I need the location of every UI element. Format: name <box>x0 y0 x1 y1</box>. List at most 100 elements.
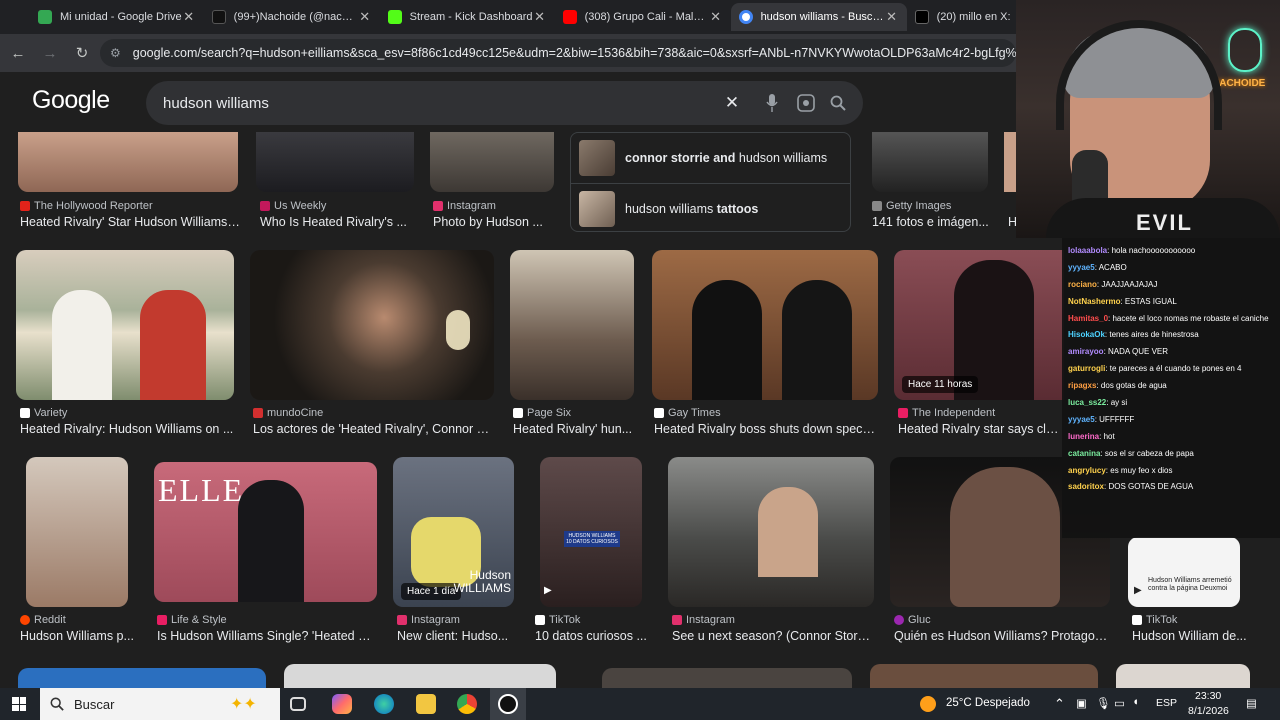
tab-1[interactable]: (99+)Nachoide (@nachoid ✕ <box>204 3 380 31</box>
image-result[interactable] <box>16 250 234 400</box>
microphone-icon[interactable]: 🎙 <box>1096 696 1111 710</box>
result-caption[interactable]: Who Is Heated Rivalry's ... <box>260 215 420 229</box>
source-icon <box>157 615 167 625</box>
chat-message: gaturrogli: te pareces a él cuando te po… <box>1068 364 1242 374</box>
chat-username: lunerina <box>1068 431 1100 441</box>
result-caption[interactable]: Is Hudson Williams Single? 'Heated R... <box>157 629 377 643</box>
result-caption[interactable]: See u next season? (Connor Storri... <box>672 629 874 643</box>
back-icon[interactable]: ← <box>4 39 32 67</box>
image-result[interactable] <box>256 132 414 192</box>
tab-0[interactable]: Mi unidad - Google Drive ✕ <box>30 3 204 31</box>
image-result[interactable] <box>870 664 1098 688</box>
x-icon <box>914 10 929 24</box>
clock-date[interactable]: 8/1/2026 <box>1188 705 1229 717</box>
shirt-print: EVIL <box>1136 210 1193 235</box>
close-icon[interactable]: ✕ <box>533 9 547 25</box>
related-search-bold: connor storrie and <box>625 151 736 165</box>
tab-4[interactable]: hudson williams - Buscar c ✕ <box>730 3 907 31</box>
windows-start-icon[interactable] <box>12 697 26 711</box>
task-view-icon[interactable] <box>290 697 306 711</box>
source-name: Getty Images <box>886 200 952 212</box>
source-name: Page Six <box>527 407 572 419</box>
google-logo[interactable]: Google <box>32 86 110 115</box>
weather-text[interactable]: 25°C Despejado <box>946 697 1030 709</box>
result-caption[interactable]: Hudson William de... <box>1132 629 1248 643</box>
chat-text: hacete el loco nomas me robaste el canic… <box>1112 313 1269 323</box>
result-caption[interactable]: Los actores de 'Heated Rivalry', Connor … <box>253 422 494 436</box>
image-result[interactable] <box>602 668 852 688</box>
result-caption[interactable]: Heated Rivalry: Hudson Williams on ... <box>20 422 234 436</box>
result-caption[interactable]: Heated Rivalry' hun... <box>513 422 637 436</box>
search-box: ✕ <box>146 81 863 125</box>
image-result[interactable] <box>652 250 878 400</box>
result-source: The Independent <box>898 407 995 419</box>
image-result[interactable] <box>430 132 554 192</box>
tray-device-icon[interactable]: ▣ <box>1076 696 1087 710</box>
file-explorer-icon[interactable] <box>416 694 436 714</box>
result-source: Instagram <box>397 614 460 626</box>
image-result[interactable] <box>284 664 556 688</box>
image-result[interactable]: ELLE <box>154 462 377 602</box>
image-result[interactable]: HUDSON WILLIAMS 10 DATOS CURIOSOS ▶ <box>540 457 642 607</box>
search-icon[interactable] <box>828 93 848 113</box>
chat-message: angrylucy: es muy feo x dios <box>1068 465 1173 475</box>
network-icon[interactable]: ▭ <box>1114 696 1125 710</box>
result-source: TikTok <box>535 614 580 626</box>
close-icon[interactable]: ✕ <box>885 9 899 25</box>
result-caption[interactable]: New client: Hudso... <box>397 629 519 643</box>
image-result[interactable] <box>872 132 988 192</box>
microphone-icon[interactable] <box>762 93 782 113</box>
image-result[interactable] <box>250 250 494 400</box>
image-result[interactable] <box>1116 664 1250 688</box>
result-caption[interactable]: Hudson Williams p... <box>20 629 134 643</box>
chat-message: Hamitas_0: hacete el loco nomas me robas… <box>1068 313 1269 323</box>
lens-icon[interactable] <box>796 93 816 113</box>
tab-title: Stream - Kick Dashboard <box>409 11 533 23</box>
image-result[interactable] <box>18 668 266 688</box>
obs-icon[interactable] <box>498 694 518 714</box>
taskbar-search[interactable]: Buscar ✦✦ <box>40 688 280 720</box>
address-bar[interactable]: ⚙ google.com/search?q=hudson+eilliams&sca… <box>100 39 1016 67</box>
edge-icon[interactable] <box>374 694 394 714</box>
image-result[interactable] <box>26 457 128 607</box>
image-result[interactable]: Hudson Williams arremetió contra la pági… <box>1128 537 1240 607</box>
chrome-icon[interactable] <box>457 694 477 714</box>
notification-icon[interactable]: ▤ <box>1246 696 1257 710</box>
chat-message: lolaaabola: hola nachooooooooooo <box>1068 246 1196 255</box>
image-result[interactable] <box>668 457 874 607</box>
search-input[interactable] <box>163 94 703 112</box>
related-search-item[interactable]: hudson williams tattoos <box>571 183 850 233</box>
close-icon[interactable]: ✕ <box>709 9 723 25</box>
forward-icon[interactable]: → <box>36 39 64 67</box>
tab-3[interactable]: (308) Grupo Cali - Maldita ✕ <box>555 3 731 31</box>
result-caption[interactable]: Heated Rivalry' Star Hudson Williams ... <box>20 215 240 229</box>
source-name: Instagram <box>686 614 735 626</box>
language-indicator[interactable]: ESP <box>1156 697 1177 709</box>
close-icon[interactable]: ✕ <box>182 9 196 25</box>
related-search-text: hudson williams <box>625 201 714 216</box>
result-caption[interactable]: Heated Rivalry boss shuts down specu... <box>654 422 878 436</box>
search-icon <box>50 697 64 711</box>
site-info-icon[interactable]: ⚙ <box>110 46 121 60</box>
related-search-item[interactable]: connor storrie and hudson williams <box>571 133 850 183</box>
close-icon[interactable]: ✕ <box>358 9 372 25</box>
volume-icon[interactable]: ◖ <box>1132 696 1139 708</box>
result-caption[interactable]: Photo by Hudson ... <box>433 215 558 229</box>
clear-icon[interactable]: ✕ <box>722 93 742 113</box>
image-result[interactable]: Hace 1 día Hudson WILLIAMS <box>393 457 514 607</box>
image-result[interactable]: Hace 11 horas <box>894 250 1064 400</box>
result-caption[interactable]: Heated Rivalry star says close <box>898 422 1062 436</box>
tab-5[interactable]: (20) millo en X: <box>907 3 1019 31</box>
related-thumbnail <box>579 190 615 227</box>
tab-2[interactable]: Stream - Kick Dashboard ✕ <box>380 3 555 31</box>
result-caption[interactable]: 10 datos curiosos ... <box>535 629 655 643</box>
result-caption[interactable]: 141 fotos e imágen... <box>872 215 1002 229</box>
reload-icon[interactable]: ↻ <box>68 39 96 67</box>
clock-time[interactable]: 23:30 <box>1195 690 1221 702</box>
result-caption[interactable]: Quién es Hudson Williams? Protagoni... <box>894 629 1112 643</box>
chevron-up-icon[interactable]: ⌃ <box>1054 696 1065 712</box>
copilot-icon[interactable] <box>332 694 352 714</box>
image-result[interactable] <box>18 132 238 192</box>
image-result[interactable] <box>510 250 634 400</box>
tab-title: (308) Grupo Cali - Maldita <box>584 11 709 23</box>
